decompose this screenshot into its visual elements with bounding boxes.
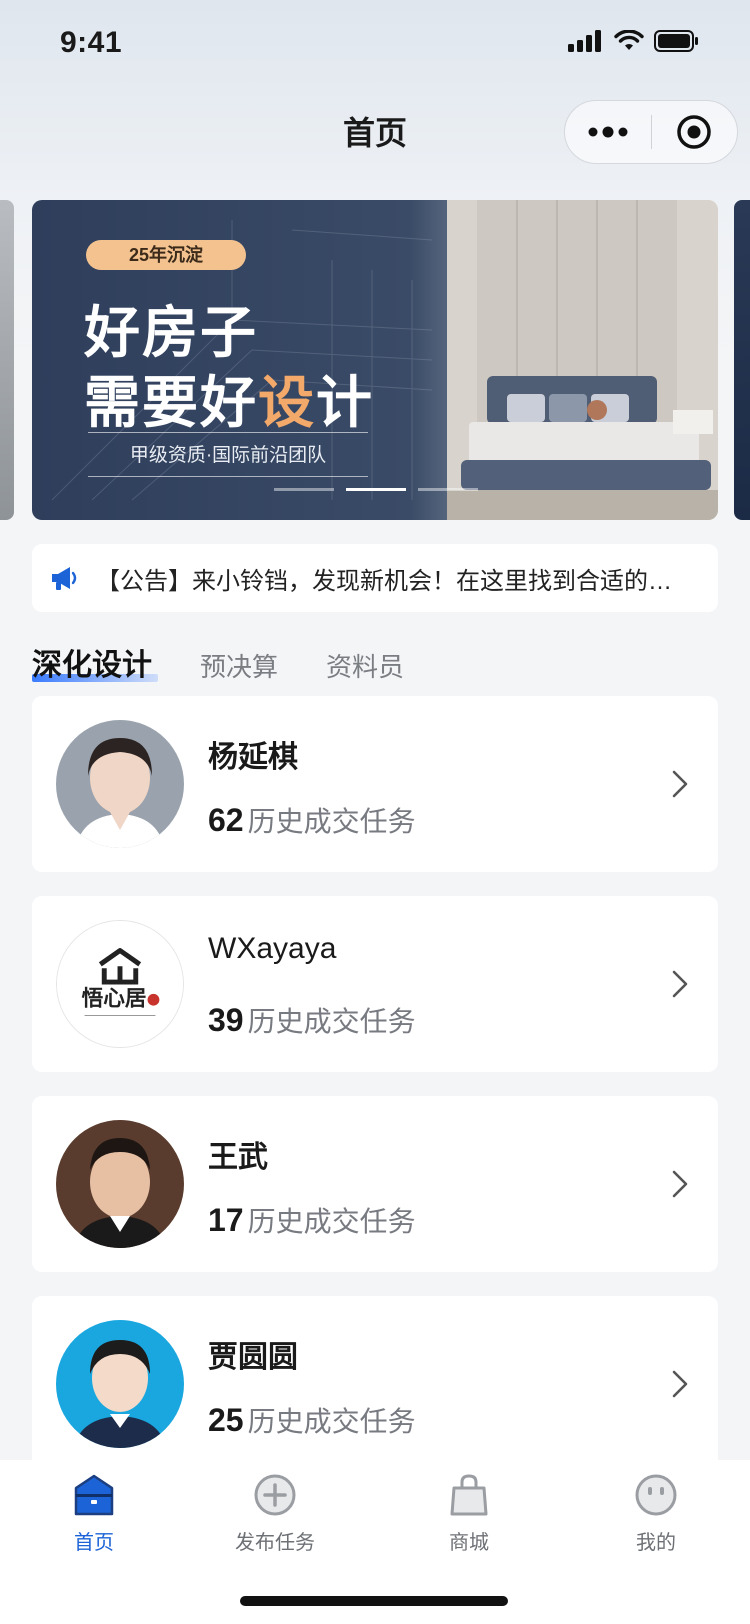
tabbar-label: 商城 bbox=[449, 1532, 489, 1554]
carousel-dot-active[interactable] bbox=[346, 488, 406, 491]
home-indicator bbox=[240, 1596, 508, 1606]
tabbar-label: 首页 bbox=[74, 1532, 114, 1554]
carousel-dot[interactable] bbox=[274, 488, 334, 491]
deal-count-number: 25 bbox=[208, 1402, 244, 1438]
deal-count: 39 历史成交任务 bbox=[208, 1000, 416, 1040]
banner-badge: 25年沉淀 bbox=[86, 240, 246, 270]
headline-suffix: 计 bbox=[316, 370, 374, 436]
tabbar-home[interactable]: 首页 bbox=[0, 1472, 188, 1555]
tab-label: 预决算 bbox=[200, 652, 279, 682]
tab-budget[interactable]: 预决算 bbox=[200, 647, 278, 684]
designer-name: 贾圆圆 bbox=[208, 1341, 298, 1374]
tabbar-label: 发布任务 bbox=[235, 1532, 315, 1554]
more-button[interactable] bbox=[565, 100, 651, 164]
designer-name: 杨延棋 bbox=[208, 741, 298, 774]
deal-count-number: 62 bbox=[208, 802, 244, 838]
designer-card[interactable]: 贾圆圆 25 历史成交任务 bbox=[32, 1296, 718, 1472]
target-circle-icon bbox=[677, 115, 711, 149]
miniprogram-capsule bbox=[564, 100, 738, 164]
avatar bbox=[56, 720, 184, 848]
banner-next-peek[interactable] bbox=[734, 200, 750, 520]
designer-name: 王武 bbox=[208, 1141, 268, 1174]
carousel-dot[interactable] bbox=[418, 488, 478, 491]
banner-divider-bottom bbox=[88, 476, 368, 477]
deal-count-label: 历史成交任务 bbox=[247, 1206, 416, 1237]
tab-deep-design[interactable]: 深化设计 bbox=[32, 640, 158, 684]
deal-count: 25 历史成交任务 bbox=[208, 1400, 416, 1440]
designer-card[interactable]: 王武 17 历史成交任务 bbox=[32, 1096, 718, 1272]
tab-documentation[interactable]: 资料员 bbox=[326, 647, 404, 684]
banner-headline-1: 好房子 bbox=[84, 300, 258, 366]
wifi-icon bbox=[614, 30, 644, 50]
chevron-right-icon bbox=[672, 1370, 688, 1398]
designer-name: WXayaya bbox=[208, 932, 337, 965]
megaphone-icon bbox=[52, 567, 77, 590]
banner-subline: 甲级资质·国际前沿团队 bbox=[129, 445, 327, 466]
deal-count-label: 历史成交任务 bbox=[247, 1006, 416, 1037]
tabbar-mall[interactable]: 商城 bbox=[375, 1472, 563, 1555]
banner-headline-2: 需要好设计 bbox=[84, 358, 374, 439]
deal-count-number: 17 bbox=[208, 1202, 244, 1238]
status-bar: 9:41 bbox=[0, 0, 750, 88]
plus-circle-icon bbox=[254, 1474, 296, 1516]
tabbar-mine[interactable]: 我的 bbox=[562, 1472, 750, 1555]
deal-count: 62 历史成交任务 bbox=[208, 800, 416, 840]
tab-label: 深化设计 bbox=[32, 649, 152, 682]
battery-icon bbox=[654, 30, 698, 52]
designer-card[interactable]: 杨延棋 62 历史成交任务 bbox=[32, 696, 718, 872]
banner-carousel[interactable]: 25年沉淀 好房子 需要好设计 甲级资质·国际前沿团队 bbox=[32, 200, 718, 520]
banner-prev-peek[interactable] bbox=[0, 200, 14, 520]
status-icons bbox=[568, 30, 700, 52]
avatar bbox=[56, 1320, 184, 1448]
bedroom-photo bbox=[447, 200, 718, 520]
announcement-bar[interactable]: 【公告】来小铃铛，发现新机会！在这里找到合适的任务 bbox=[32, 544, 718, 612]
announcement-text: 【公告】来小铃铛，发现新机会！在这里找到合适的任务 bbox=[96, 567, 686, 595]
designer-card[interactable]: 悟心居 WXayaya 39 历史成交任务 bbox=[32, 896, 718, 1072]
avatar bbox=[56, 1120, 184, 1248]
deal-count-label: 历史成交任务 bbox=[247, 806, 416, 837]
carousel-indicator bbox=[274, 488, 478, 491]
tabbar-publish[interactable]: 发布任务 bbox=[181, 1472, 369, 1555]
more-dots-icon bbox=[588, 126, 628, 138]
banner-divider-top bbox=[88, 432, 368, 433]
headline-prefix: 需要好 bbox=[84, 370, 258, 436]
headline-highlight: 设 bbox=[258, 370, 316, 436]
deal-count-label: 历史成交任务 bbox=[247, 1406, 416, 1437]
studio-logo-avatar: 悟心居 bbox=[56, 920, 184, 1048]
tabbar-label: 我的 bbox=[636, 1532, 676, 1554]
status-time: 9:41 bbox=[60, 26, 123, 59]
chevron-right-icon bbox=[672, 1170, 688, 1198]
category-tabs: 深化设计 预决算 资料员 bbox=[32, 640, 452, 684]
shopping-bag-icon bbox=[450, 1474, 488, 1516]
tab-label: 资料员 bbox=[326, 652, 405, 682]
deal-count: 17 历史成交任务 bbox=[208, 1200, 416, 1240]
logo-text: 悟心居 bbox=[82, 987, 147, 1012]
profile-face-icon bbox=[635, 1474, 677, 1516]
close-miniprogram-button[interactable] bbox=[652, 100, 738, 164]
chevron-right-icon bbox=[672, 970, 688, 998]
chevron-right-icon bbox=[672, 770, 688, 798]
signal-icon bbox=[568, 30, 601, 52]
home-icon bbox=[74, 1474, 114, 1516]
deal-count-number: 39 bbox=[208, 1002, 244, 1038]
